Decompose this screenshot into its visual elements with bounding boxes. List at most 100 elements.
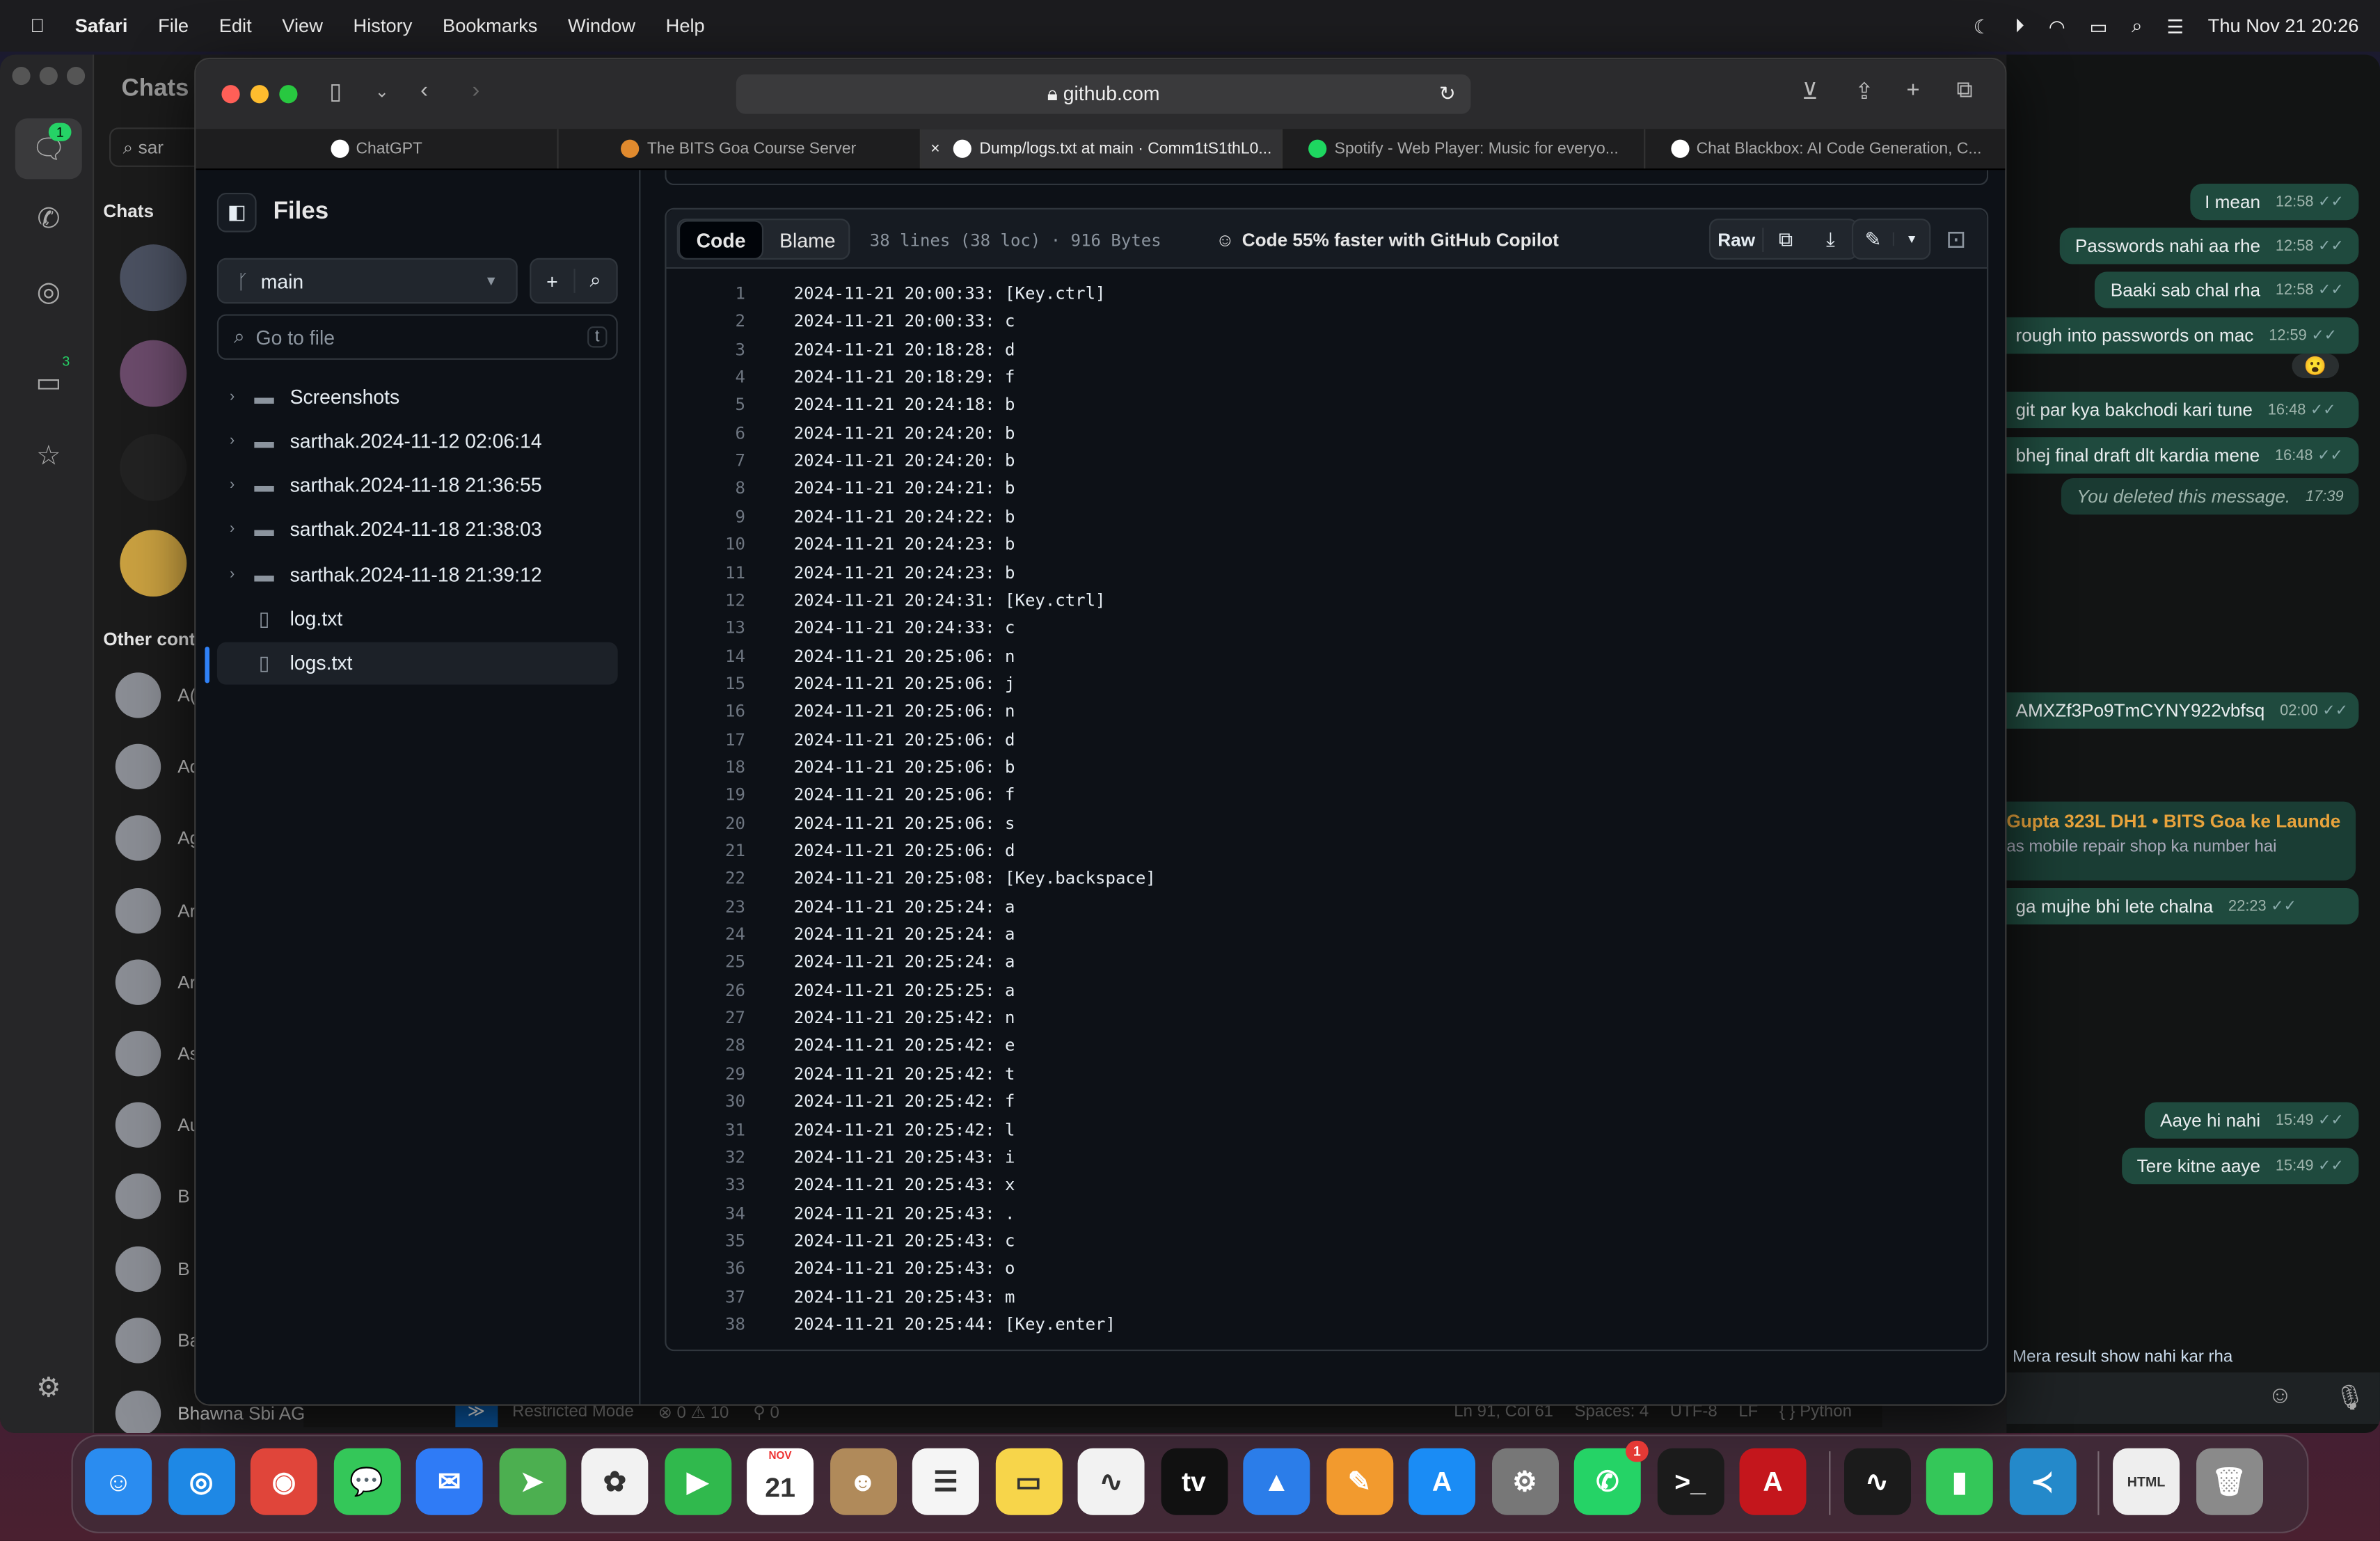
message-bubble[interactable]: Baaki sab chal rha 12:58 ✓✓ — [2095, 271, 2359, 308]
menu-history[interactable]: History — [354, 15, 413, 37]
line-number[interactable]: 30 — [697, 1092, 745, 1112]
browser-tab[interactable]: Chat Blackbox: AI Code Generation, C... — [1646, 129, 2006, 168]
tab-blame[interactable]: Blame — [766, 220, 848, 260]
microphone-icon[interactable]: 🎙︎ — [2335, 1383, 2365, 1414]
line-number[interactable]: 19 — [697, 785, 745, 805]
line-number[interactable]: 35 — [697, 1231, 745, 1251]
line-number[interactable]: 18 — [697, 757, 745, 777]
dock-photos-icon[interactable]: ✿ — [581, 1448, 649, 1515]
line-number[interactable]: 36 — [697, 1259, 745, 1279]
zoom-button[interactable] — [279, 85, 298, 104]
contact-avatar[interactable] — [115, 1317, 161, 1364]
contact-avatar[interactable] — [115, 744, 161, 790]
message-bubble[interactable]: bhej final draft dlt kardia mene 16:48 ✓✓ — [2000, 437, 2359, 474]
browser-tab[interactable]: ChatGPT — [196, 129, 559, 169]
line-number[interactable]: 7 — [697, 451, 745, 471]
dock-numbers-icon[interactable]: ▮ — [1926, 1448, 1993, 1515]
contact-avatar[interactable] — [115, 1245, 161, 1292]
line-number[interactable]: 6 — [697, 423, 745, 443]
message-bubble[interactable]: rough into passwords on mac 12:59 ✓✓ — [2000, 317, 2359, 354]
line-number[interactable]: 9 — [697, 507, 745, 526]
line-number[interactable]: 11 — [697, 562, 745, 582]
browser-tab[interactable]: Spotify - Web Player: Music for everyo..… — [1283, 129, 1646, 169]
battery-icon[interactable]: ▭ — [2089, 15, 2107, 38]
line-number[interactable]: 26 — [697, 980, 745, 999]
line-number[interactable]: 8 — [697, 479, 745, 498]
contact-avatar[interactable] — [115, 959, 161, 1005]
deleted-message[interactable]: You deleted this message. 17:39 — [2061, 478, 2359, 515]
browser-tab[interactable]: × Dump/logs.txt at main · Comm1tS1thL0... — [921, 129, 1283, 169]
dock-pages-icon[interactable]: ✎ — [1326, 1448, 1393, 1515]
line-number[interactable]: 23 — [697, 896, 745, 916]
moon-icon[interactable]: ☾ — [1974, 15, 1990, 38]
tree-file[interactable]: ▯ log.txt — [217, 597, 618, 640]
tree-folder[interactable]: › ▬ sarthak.2024-11-18 21:38:03 — [217, 508, 618, 551]
line-number[interactable]: 16 — [697, 702, 745, 721]
quoted-message[interactable]: Gupta 323L DH1 • BITS Goa ke Launde as mo… — [2000, 801, 2356, 881]
chevron-down-icon[interactable]: ⌄ — [375, 82, 389, 102]
message-bubble[interactable]: Aaye hi nahi 15:49 ✓✓ — [2145, 1102, 2359, 1139]
contact-avatar[interactable] — [115, 1102, 161, 1148]
dock-safari-icon[interactable]: ◎ — [168, 1448, 235, 1515]
line-number[interactable]: 14 — [697, 646, 745, 665]
dock-app-store-icon[interactable]: A — [1409, 1448, 1476, 1515]
tab-code[interactable]: Code — [678, 220, 764, 260]
menu-edit[interactable]: Edit — [219, 15, 252, 37]
dock-mail-icon[interactable]: ✉ — [415, 1448, 483, 1515]
minimize-button[interactable] — [250, 85, 269, 104]
window-minimize-button[interactable] — [39, 66, 58, 86]
chevron-right-icon[interactable]: › — [217, 432, 248, 449]
line-number[interactable]: 10 — [697, 535, 745, 554]
chevron-right-icon[interactable]: › — [217, 477, 248, 493]
raw-button[interactable]: Raw — [1711, 228, 1762, 250]
dock-chrome-icon[interactable]: ◉ — [250, 1448, 317, 1515]
tree-folder[interactable]: › ▬ sarthak.2024-11-18 21:39:12 — [217, 553, 618, 595]
dock-contacts-icon[interactable]: ☻ — [829, 1448, 896, 1515]
message-bubble[interactable]: git par kya bakchodi kari tune 16:48 ✓✓ — [2000, 391, 2359, 429]
contact-name[interactable]: B — [177, 1258, 189, 1279]
menu-view[interactable]: View — [282, 15, 323, 37]
message-bubble[interactable]: Passwords nahi aa rhe 12:58 ✓✓ — [2060, 228, 2359, 264]
wifi-icon[interactable]: ◠ — [2049, 15, 2065, 38]
message-bubble[interactable]: ga mujhe bhi lete chalna 22:23 ✓✓ — [2000, 887, 2359, 925]
tree-folder[interactable]: › ▬ sarthak.2024-11-18 21:36:55 — [217, 464, 618, 507]
line-number[interactable]: 22 — [697, 869, 745, 888]
reaction[interactable]: 😮 — [2292, 354, 2339, 379]
dock-messages-icon[interactable]: 💬 — [333, 1448, 400, 1515]
message-bubble[interactable]: Tere kitne aaye 15:49 ✓✓ — [2121, 1147, 2359, 1185]
dock-terminal-icon[interactable]: >_ — [1656, 1448, 1724, 1515]
chat-avatar[interactable] — [120, 530, 187, 597]
archive-icon[interactable]: ▭ 3 — [15, 352, 82, 413]
contact-avatar[interactable] — [115, 672, 161, 718]
contact-name[interactable]: Ar — [177, 900, 196, 922]
apple-icon[interactable]:  — [31, 15, 45, 37]
dock-maps-icon[interactable]: ➤ — [498, 1448, 566, 1515]
dock-facetime-icon[interactable]: ▶ — [664, 1448, 731, 1515]
chevron-right-icon[interactable]: › — [217, 521, 248, 538]
add-file-icon[interactable]: + — [531, 269, 573, 292]
contact-avatar[interactable] — [115, 887, 161, 933]
dock-trash-icon[interactable]: 🗑 — [2195, 1448, 2262, 1515]
line-number[interactable]: 27 — [697, 1008, 745, 1027]
contact-avatar[interactable] — [115, 1390, 161, 1433]
copy-icon[interactable]: ⧉ — [1762, 227, 1807, 251]
contact-name[interactable]: B — [177, 1186, 189, 1208]
chevron-right-icon[interactable]: › — [217, 566, 248, 583]
new-tab-icon[interactable]: + — [1906, 77, 1919, 103]
chat-avatar[interactable] — [120, 340, 187, 407]
tree-file[interactable]: ▯ logs.txt — [216, 642, 618, 685]
dock-activity-monitor-icon[interactable]: ∿ — [1843, 1448, 1910, 1515]
menu-clock[interactable]: Thu Nov 21 20:26 — [2208, 15, 2359, 37]
copilot-promo[interactable]: ☺ Code 55% faster with GitHub Copilot — [1216, 220, 1559, 260]
symbols-panel-icon[interactable]: ⊡ — [1946, 225, 1966, 255]
search-icon[interactable]: ⌕ — [2132, 15, 2142, 38]
control-center-icon[interactable]: ☰ — [2166, 15, 2183, 38]
dock-html-file-icon[interactable]: HTML — [2113, 1448, 2180, 1515]
line-number[interactable]: 24 — [697, 924, 745, 944]
tab-overview-icon[interactable]: ⧉ — [1956, 77, 1972, 103]
contact-name[interactable]: A( — [177, 685, 196, 706]
menu-app-name[interactable]: Safari — [75, 15, 128, 37]
line-number[interactable]: 17 — [697, 729, 745, 749]
line-number[interactable]: 32 — [697, 1148, 745, 1167]
share-icon[interactable]: ⇪ — [1855, 77, 1873, 104]
